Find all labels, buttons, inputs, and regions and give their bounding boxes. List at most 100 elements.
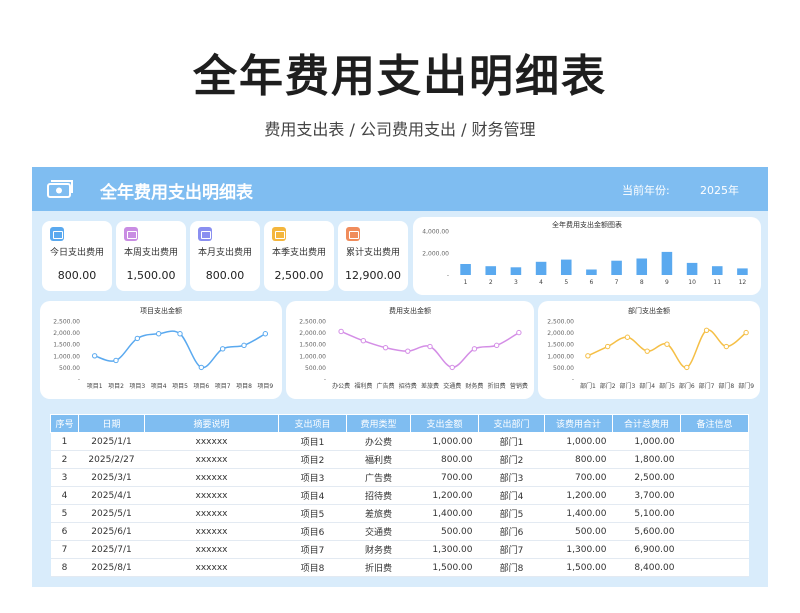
table-cell[interactable]: 财务费	[346, 540, 411, 559]
table-cell[interactable]	[680, 558, 749, 577]
table-cell[interactable]: 1,300.00	[544, 540, 613, 559]
table-cell[interactable]: 700.00	[410, 468, 479, 487]
table-cell[interactable]: 交通费	[346, 522, 411, 541]
table-cell[interactable]: 部门6	[478, 522, 545, 541]
table-row[interactable]: 8 2025/8/1 xxxxxx 项目8 折旧费 1,500.00 部门8 1,500.00…	[50, 558, 749, 577]
table-cell[interactable]: 1,200.00	[544, 486, 613, 505]
table-cell[interactable]: 2025/6/1	[78, 522, 145, 541]
table-cell[interactable]: 8,400.00	[612, 558, 681, 577]
table-cell[interactable]: 1,300.00	[410, 540, 479, 559]
table-cell[interactable]: 2025/4/1	[78, 486, 145, 505]
table-cell[interactable]: xxxxxx	[144, 486, 279, 505]
table-cell[interactable]: xxxxxx	[144, 504, 279, 523]
table-cell[interactable]: 部门2	[478, 450, 545, 469]
table-cell[interactable]	[680, 432, 749, 451]
table-cell[interactable]: 2025/8/1	[78, 558, 145, 577]
table-row[interactable]: 3 2025/3/1 xxxxxx 项目3 广告费 700.00 部门3 700.00 2,50…	[50, 468, 749, 487]
column-header[interactable]: 支出部门	[478, 414, 545, 433]
table-cell[interactable]: 项目2	[278, 450, 347, 469]
table-cell[interactable]: 部门7	[478, 540, 545, 559]
table-cell[interactable]: 项目1	[278, 432, 347, 451]
table-cell[interactable]: 1,000.00	[410, 432, 479, 451]
x-tick-label: 部门2	[600, 382, 616, 390]
column-header[interactable]: 序号	[50, 414, 79, 433]
table-cell[interactable]: 2	[50, 450, 79, 469]
table-cell[interactable]: 4	[50, 486, 79, 505]
table-cell[interactable]: xxxxxx	[144, 558, 279, 577]
table-cell[interactable]	[680, 486, 749, 505]
table-row[interactable]: 6 2025/6/1 xxxxxx 项目6 交通费 500.00 部门6 500.00 5,60…	[50, 522, 749, 541]
table-cell[interactable]: 1,500.00	[544, 558, 613, 577]
x-tick-label: 部门8	[718, 382, 734, 390]
table-cell[interactable]: 1,000.00	[544, 432, 613, 451]
table-cell[interactable]: 1,400.00	[410, 504, 479, 523]
table-cell[interactable]: 部门1	[478, 432, 545, 451]
table-cell[interactable]: 6,900.00	[612, 540, 681, 559]
table-cell[interactable]: xxxxxx	[144, 468, 279, 487]
table-cell[interactable]: 7	[50, 540, 79, 559]
table-cell[interactable]: 3	[50, 468, 79, 487]
table-row[interactable]: 1 2025/1/1 xxxxxx 项目1 办公费 1,000.00 部门1 1,000.00…	[50, 432, 749, 451]
table-cell[interactable]: 500.00	[544, 522, 613, 541]
table-cell[interactable]: 项目5	[278, 504, 347, 523]
table-cell[interactable]: 项目8	[278, 558, 347, 577]
table-cell[interactable]: 部门3	[478, 468, 545, 487]
table-cell[interactable]: 1	[50, 432, 79, 451]
table-cell[interactable]	[680, 504, 749, 523]
column-header[interactable]: 支出金额	[410, 414, 479, 433]
table-cell[interactable]	[680, 468, 749, 487]
table-cell[interactable]: 2025/2/27	[78, 450, 145, 469]
table-cell[interactable]	[680, 540, 749, 559]
table-cell[interactable]: 8	[50, 558, 79, 577]
table-cell[interactable]: 1,500.00	[410, 558, 479, 577]
table-cell[interactable]: 1,400.00	[544, 504, 613, 523]
table-cell[interactable]: 差旅费	[346, 504, 411, 523]
table-cell[interactable]: 部门4	[478, 486, 545, 505]
table-cell[interactable]	[680, 450, 749, 469]
table-cell[interactable]: 5,600.00	[612, 522, 681, 541]
column-header[interactable]: 该费用合计	[544, 414, 613, 433]
table-cell[interactable]: 500.00	[410, 522, 479, 541]
table-cell[interactable]: 1,000.00	[612, 432, 681, 451]
table-cell[interactable]: 800.00	[544, 450, 613, 469]
table-row[interactable]: 2 2025/2/27 xxxxxx 项目2 福利费 800.00 部门2 800.00 1,8…	[50, 450, 749, 469]
table-cell[interactable]: xxxxxx	[144, 432, 279, 451]
table-cell[interactable]: 项目7	[278, 540, 347, 559]
table-cell[interactable]: 5	[50, 504, 79, 523]
table-cell[interactable]: 部门8	[478, 558, 545, 577]
table-cell[interactable]: 2025/5/1	[78, 504, 145, 523]
column-header[interactable]: 合计总费用	[612, 414, 681, 433]
column-header[interactable]: 备注信息	[680, 414, 749, 433]
table-cell[interactable]: 800.00	[410, 450, 479, 469]
column-header[interactable]: 支出项目	[278, 414, 347, 433]
table-cell[interactable]: 项目6	[278, 522, 347, 541]
table-cell[interactable]: xxxxxx	[144, 522, 279, 541]
table-cell[interactable]	[680, 522, 749, 541]
table-cell[interactable]: 2025/3/1	[78, 468, 145, 487]
table-cell[interactable]: xxxxxx	[144, 450, 279, 469]
table-cell[interactable]: 广告费	[346, 468, 411, 487]
table-cell[interactable]: 2,500.00	[612, 468, 681, 487]
table-cell[interactable]: 折旧费	[346, 558, 411, 577]
table-row[interactable]: 7 2025/7/1 xxxxxx 项目7 财务费 1,300.00 部门7 1,300.00…	[50, 540, 749, 559]
table-cell[interactable]: 1,200.00	[410, 486, 479, 505]
table-cell[interactable]: 2025/7/1	[78, 540, 145, 559]
table-cell[interactable]: 项目4	[278, 486, 347, 505]
column-header[interactable]: 费用类型	[346, 414, 411, 433]
table-cell[interactable]: 700.00	[544, 468, 613, 487]
table-cell[interactable]: 1,800.00	[612, 450, 681, 469]
table-cell[interactable]: 项目3	[278, 468, 347, 487]
table-cell[interactable]: 3,700.00	[612, 486, 681, 505]
table-cell[interactable]: 办公费	[346, 432, 411, 451]
table-row[interactable]: 5 2025/5/1 xxxxxx 项目5 差旅费 1,400.00 部门5 1,400.00…	[50, 504, 749, 523]
table-cell[interactable]: 6	[50, 522, 79, 541]
column-header[interactable]: 日期	[78, 414, 145, 433]
table-cell[interactable]: 部门5	[478, 504, 545, 523]
table-cell[interactable]: 招待费	[346, 486, 411, 505]
table-cell[interactable]: xxxxxx	[144, 540, 279, 559]
column-header[interactable]: 摘要说明	[144, 414, 279, 433]
table-cell[interactable]: 福利费	[346, 450, 411, 469]
table-row[interactable]: 4 2025/4/1 xxxxxx 项目4 招待费 1,200.00 部门4 1,200.00…	[50, 486, 749, 505]
table-cell[interactable]: 2025/1/1	[78, 432, 145, 451]
table-cell[interactable]: 5,100.00	[612, 504, 681, 523]
